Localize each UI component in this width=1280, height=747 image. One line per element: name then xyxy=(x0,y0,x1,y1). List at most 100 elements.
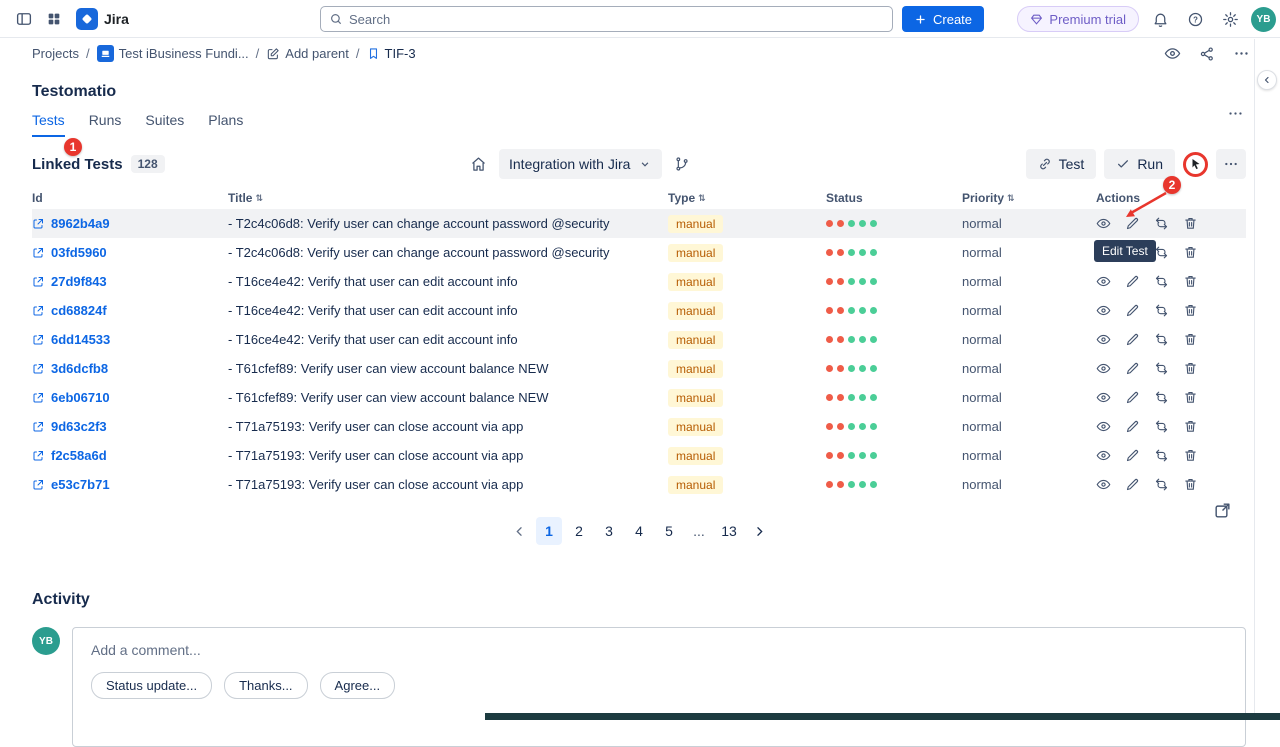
tab-tests[interactable]: Tests xyxy=(32,109,65,137)
run-button[interactable]: Run xyxy=(1104,149,1175,179)
add-parent-button[interactable]: Add parent xyxy=(266,46,349,61)
edit-icon[interactable] xyxy=(1125,419,1147,434)
view-icon[interactable] xyxy=(1096,361,1118,376)
split-arrows-icon[interactable] xyxy=(1154,448,1176,463)
tab-plans[interactable]: Plans xyxy=(208,109,243,137)
edit-icon[interactable] xyxy=(1125,361,1147,376)
app-switcher-button[interactable] xyxy=(40,5,68,33)
test-id-link[interactable]: 6dd14533 xyxy=(51,332,110,347)
page-13[interactable]: 13 xyxy=(716,517,742,545)
edit-icon[interactable] xyxy=(1125,245,1147,260)
status-dot xyxy=(837,249,844,256)
split-arrows-icon[interactable] xyxy=(1154,274,1176,289)
integration-dropdown[interactable]: Integration with Jira xyxy=(499,149,662,179)
edit-icon[interactable] xyxy=(1125,303,1147,318)
split-arrows-icon[interactable] xyxy=(1154,303,1176,318)
notifications-button[interactable] xyxy=(1146,5,1174,33)
test-id-link[interactable]: 27d9f843 xyxy=(51,274,107,289)
type-badge: manual xyxy=(668,447,723,465)
edit-icon[interactable] xyxy=(1125,448,1147,463)
search-input[interactable] xyxy=(349,12,884,27)
split-arrows-icon[interactable] xyxy=(1154,332,1176,347)
test-button[interactable]: Test xyxy=(1026,149,1097,179)
delete-icon[interactable] xyxy=(1183,361,1205,376)
jira-logo[interactable]: Jira xyxy=(76,8,129,30)
breadcrumb-issue[interactable]: TIF-3 xyxy=(367,46,416,61)
user-avatar[interactable]: YB xyxy=(1251,7,1276,32)
view-icon[interactable] xyxy=(1096,477,1118,492)
delete-icon[interactable] xyxy=(1183,419,1205,434)
cursor-icon xyxy=(1190,158,1202,170)
quick-reply-button[interactable]: Status update... xyxy=(91,672,212,699)
branch-icon[interactable] xyxy=(674,156,690,172)
delete-icon[interactable] xyxy=(1183,477,1205,492)
comment-input[interactable]: Add a comment... Status update...Thanks.… xyxy=(72,627,1246,747)
page-3[interactable]: 3 xyxy=(596,517,622,545)
tab-suites[interactable]: Suites xyxy=(145,109,184,137)
breadcrumb-project[interactable]: Test iBusiness Fundi... xyxy=(97,45,249,62)
delete-icon[interactable] xyxy=(1183,303,1205,318)
page-5[interactable]: 5 xyxy=(656,517,682,545)
split-arrows-icon[interactable] xyxy=(1154,361,1176,376)
breadcrumb-projects[interactable]: Projects xyxy=(32,46,79,61)
quick-reply-button[interactable]: Agree... xyxy=(320,672,396,699)
help-button[interactable]: ? xyxy=(1181,5,1209,33)
test-id-link[interactable]: 9d63c2f3 xyxy=(51,419,107,434)
split-arrows-icon[interactable] xyxy=(1154,245,1176,260)
settings-button[interactable] xyxy=(1216,5,1244,33)
premium-trial-button[interactable]: Premium trial xyxy=(1017,6,1139,32)
home-icon[interactable] xyxy=(470,156,487,173)
split-arrows-icon[interactable] xyxy=(1154,390,1176,405)
test-id-link[interactable]: e53c7b71 xyxy=(51,477,110,492)
view-icon[interactable] xyxy=(1096,274,1118,289)
status-dot xyxy=(826,278,833,285)
share-icon[interactable] xyxy=(1199,46,1215,62)
create-button[interactable]: Create xyxy=(902,6,984,32)
test-id-link[interactable]: 03fd5960 xyxy=(51,245,107,260)
col-title[interactable]: Title⇅ xyxy=(228,191,668,205)
collapse-panel-button[interactable] xyxy=(1257,70,1277,90)
edit-icon[interactable] xyxy=(1125,216,1147,231)
test-id-link[interactable]: 6eb06710 xyxy=(51,390,110,405)
col-type[interactable]: Type⇅ xyxy=(668,191,826,205)
edit-icon[interactable] xyxy=(1125,390,1147,405)
more-icon[interactable] xyxy=(1233,45,1250,62)
sidebar-toggle-button[interactable] xyxy=(10,5,38,33)
view-icon[interactable] xyxy=(1096,448,1118,463)
delete-icon[interactable] xyxy=(1183,448,1205,463)
next-page-button[interactable] xyxy=(746,517,772,545)
delete-icon[interactable] xyxy=(1183,245,1205,260)
page-4[interactable]: 4 xyxy=(626,517,652,545)
delete-icon[interactable] xyxy=(1183,216,1205,231)
edit-icon[interactable] xyxy=(1125,477,1147,492)
delete-icon[interactable] xyxy=(1183,274,1205,289)
edit-icon[interactable] xyxy=(1125,274,1147,289)
col-priority[interactable]: Priority⇅ xyxy=(962,191,1096,205)
delete-icon[interactable] xyxy=(1183,332,1205,347)
panel-more-button[interactable] xyxy=(1227,105,1244,122)
page-2[interactable]: 2 xyxy=(566,517,592,545)
table-more-button[interactable] xyxy=(1216,149,1246,179)
split-arrows-icon[interactable] xyxy=(1154,419,1176,434)
tab-runs[interactable]: Runs xyxy=(89,109,122,137)
split-arrows-icon[interactable] xyxy=(1154,216,1176,231)
view-icon[interactable] xyxy=(1096,245,1118,260)
prev-page-button[interactable] xyxy=(506,517,532,545)
delete-icon[interactable] xyxy=(1183,390,1205,405)
view-icon[interactable] xyxy=(1096,216,1118,231)
test-id-link[interactable]: 8962b4a9 xyxy=(51,216,110,231)
export-icon[interactable] xyxy=(1213,501,1232,520)
split-arrows-icon[interactable] xyxy=(1154,477,1176,492)
watch-icon[interactable] xyxy=(1164,45,1181,62)
quick-reply-button[interactable]: Thanks... xyxy=(224,672,307,699)
view-icon[interactable] xyxy=(1096,390,1118,405)
view-icon[interactable] xyxy=(1096,332,1118,347)
view-icon[interactable] xyxy=(1096,419,1118,434)
test-id-link[interactable]: 3d6dcfb8 xyxy=(51,361,108,376)
test-id-link[interactable]: cd68824f xyxy=(51,303,107,318)
test-id-link[interactable]: f2c58a6d xyxy=(51,448,107,463)
global-search[interactable] xyxy=(320,6,893,32)
page-1[interactable]: 1 xyxy=(536,517,562,545)
view-icon[interactable] xyxy=(1096,303,1118,318)
edit-icon[interactable] xyxy=(1125,332,1147,347)
